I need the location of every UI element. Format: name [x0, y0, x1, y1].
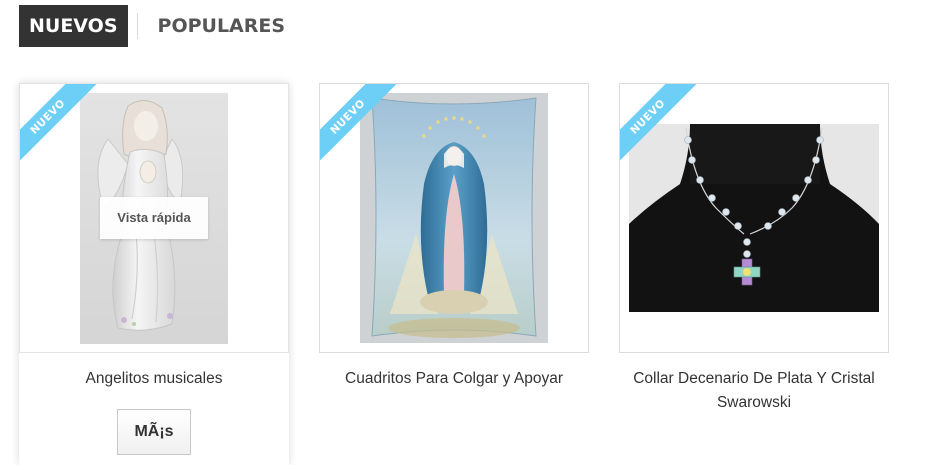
product-image-container[interactable]: NUEVO: [319, 83, 589, 353]
more-button[interactable]: MÃ¡s: [117, 409, 191, 455]
rosary-necklace-image[interactable]: [620, 84, 888, 352]
product-card[interactable]: NUEVO: [319, 83, 589, 391]
tab-populares[interactable]: POPULARES: [136, 13, 285, 39]
product-tabs: NUEVOS POPULARES: [19, 5, 285, 47]
tab-nuevos[interactable]: NUEVOS: [19, 5, 128, 47]
product-name[interactable]: Collar Decenario De Plata Y Cristal Swar…: [619, 367, 889, 415]
quick-view-button[interactable]: Vista rápida: [100, 197, 208, 239]
product-name[interactable]: Angelitos musicales: [19, 367, 289, 391]
virgin-mary-plaque-image[interactable]: [320, 84, 588, 352]
product-name[interactable]: Cuadritos Para Colgar y Apoyar: [319, 367, 589, 391]
product-card[interactable]: NUEVO: [19, 83, 289, 465]
product-card[interactable]: NUEVO Collar Decenario De Plata Y Crista…: [619, 83, 889, 415]
product-image-container[interactable]: NUEVO: [19, 83, 289, 353]
product-image-container[interactable]: NUEVO: [619, 83, 889, 353]
